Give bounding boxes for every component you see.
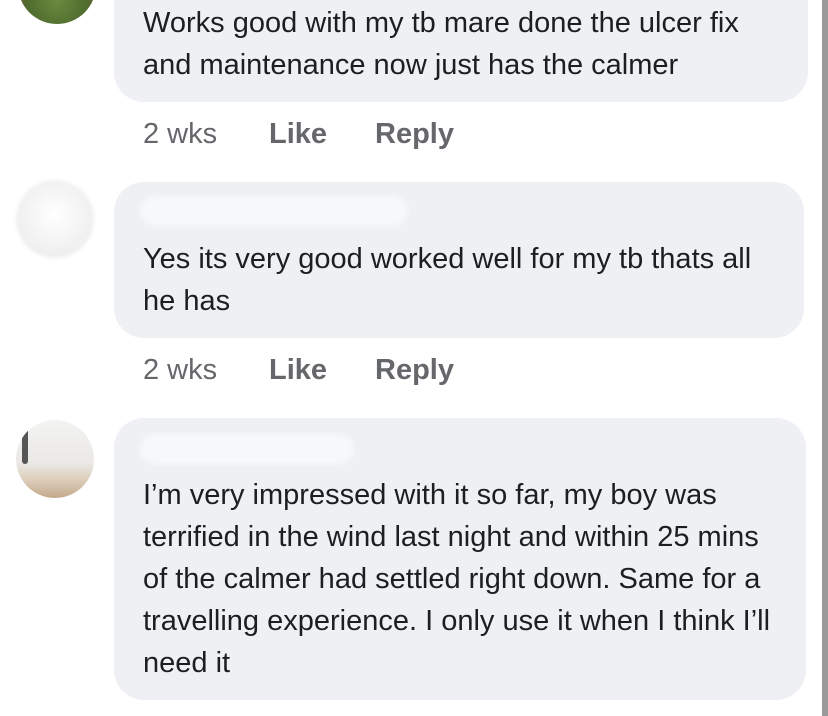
page-edge-divider (822, 0, 828, 716)
comment-timestamp[interactable]: 2 wks (143, 118, 269, 151)
like-button[interactable]: Like (269, 118, 375, 151)
redacted-commenter-name[interactable] (140, 434, 354, 464)
reply-button[interactable]: Reply (375, 118, 454, 151)
reply-button[interactable]: Reply (375, 354, 454, 387)
comment-thread: Works good with my tb mare done the ulce… (0, 0, 828, 716)
commenter-avatar[interactable] (16, 420, 94, 498)
comment-text: Works good with my tb mare done the ulce… (143, 7, 739, 81)
comment-actions: 2 wks Like Reply (143, 118, 454, 151)
comment-text: Yes its very good worked well for my tb … (143, 243, 752, 317)
comment-text: I’m very impressed with it so far, my bo… (143, 479, 771, 679)
commenter-avatar[interactable] (16, 180, 94, 258)
redacted-commenter-name[interactable] (140, 196, 408, 226)
comment-actions: 2 wks Like Reply (143, 354, 454, 387)
comment-timestamp[interactable]: 2 wks (143, 354, 269, 387)
like-button[interactable]: Like (269, 354, 375, 387)
commenter-avatar[interactable] (18, 0, 96, 24)
